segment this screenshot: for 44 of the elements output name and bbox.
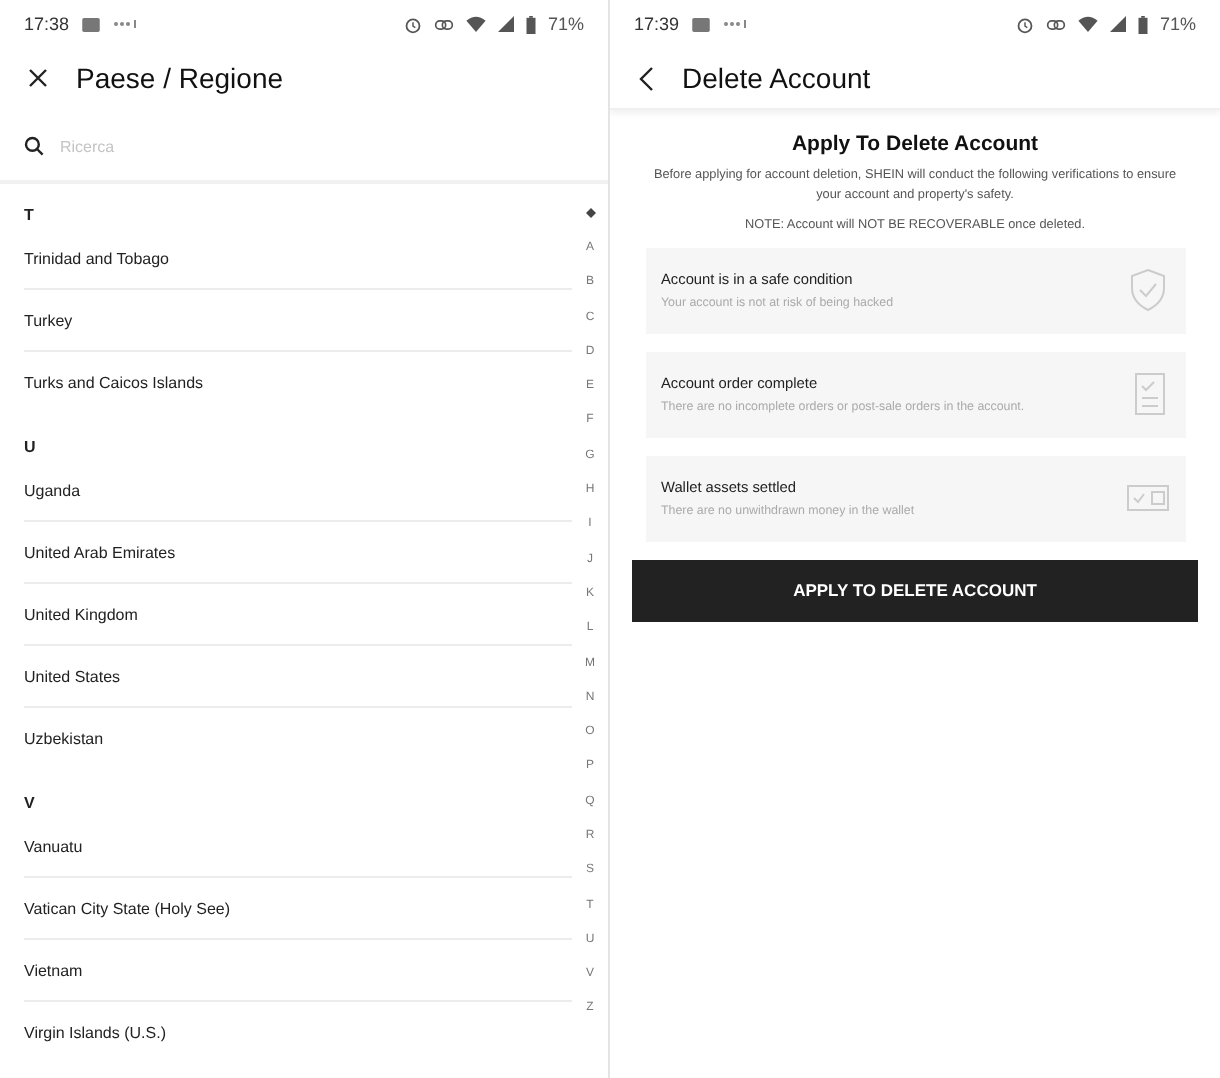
signal-icon xyxy=(497,16,514,32)
section-letter: T xyxy=(24,204,36,228)
country-item[interactable]: United States xyxy=(24,646,572,708)
country-item[interactable]: Uganda xyxy=(24,460,572,522)
search-icon xyxy=(24,136,44,156)
screen-title: Paese / Regione xyxy=(76,62,284,94)
delete-account-button[interactable]: APPLY TO DELETE ACCOUNT xyxy=(632,559,1198,622)
wallet-icon xyxy=(1125,482,1169,515)
section-letter: U xyxy=(24,436,38,460)
country-item[interactable]: Vatican City State (Holy See) xyxy=(24,878,572,940)
country-item[interactable]: Trinidad and Tobago xyxy=(24,228,572,290)
dots-icon xyxy=(111,20,140,28)
notification-icon xyxy=(81,17,100,31)
wifi-icon xyxy=(465,16,486,32)
section-heading: Apply To Delete Account xyxy=(791,132,1039,156)
status-time: 17:38 xyxy=(24,14,70,34)
close-icon[interactable] xyxy=(28,68,48,88)
wifi-icon xyxy=(1077,16,1098,32)
notification-icon xyxy=(691,17,710,31)
country-item[interactable]: Vietnam xyxy=(24,940,572,1002)
country-item[interactable]: Turkey xyxy=(24,290,572,352)
shield-check-icon xyxy=(1125,266,1169,315)
back-icon[interactable] xyxy=(638,65,654,91)
status-time: 17:39 xyxy=(634,14,680,34)
country-item[interactable]: Uzbekistan xyxy=(24,708,572,768)
alarm-icon xyxy=(403,15,422,33)
battery-percent: 71% xyxy=(547,14,584,34)
dots-icon xyxy=(721,20,750,28)
alarm-icon xyxy=(1015,15,1034,33)
checklist-icon xyxy=(1129,370,1169,419)
link-icon xyxy=(433,17,454,31)
country-item[interactable]: United Kingdom xyxy=(24,584,572,646)
battery-icon xyxy=(525,15,536,33)
country-item[interactable]: Turks and Caicos Islands xyxy=(24,352,572,412)
signal-icon xyxy=(1109,16,1126,32)
section-letter: V xyxy=(24,792,37,816)
country-item[interactable]: Virgin Islands (U.S.) xyxy=(24,1002,572,1062)
link-icon xyxy=(1045,17,1066,31)
battery-percent: 71% xyxy=(1159,14,1196,34)
battery-icon xyxy=(1137,15,1148,33)
screen-title: Delete Account xyxy=(682,62,871,94)
country-item[interactable]: United Arab Emirates xyxy=(24,522,572,584)
country-item[interactable]: Vanuatu xyxy=(24,816,572,878)
diamond-icon[interactable] xyxy=(585,208,595,219)
